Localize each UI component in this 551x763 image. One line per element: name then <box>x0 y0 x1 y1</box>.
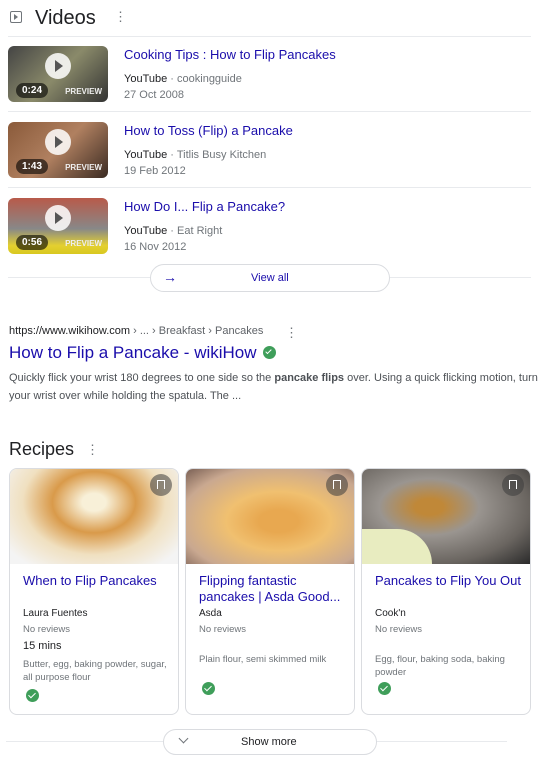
play-icon <box>45 205 71 231</box>
show-more-label: Show more <box>241 736 297 748</box>
recipe-title: Flipping fantastic pancakes | Asda Good.… <box>199 573 341 604</box>
recipe-reviews: No reviews <box>375 624 422 635</box>
video-title[interactable]: Cooking Tips : How to Flip Pancakes <box>124 47 336 62</box>
verified-icon <box>202 682 215 695</box>
recipe-title: Pancakes to Flip You Out <box>375 573 521 588</box>
recipe-author: Cook'n <box>375 608 406 619</box>
recipe-card[interactable]: When to Flip Pancakes Laura Fuentes No r… <box>9 468 179 715</box>
recipe-reviews: No reviews <box>199 624 246 635</box>
result-snippet: Quickly flick your wrist 180 degrees to … <box>9 372 538 402</box>
preview-label: PREVIEW <box>65 239 102 248</box>
video-duration: 1:43 <box>16 159 49 174</box>
view-all-button[interactable]: → View all <box>150 264 390 292</box>
preview-label: PREVIEW <box>65 163 102 172</box>
recipes-more-options-icon[interactable]: ⋮ <box>86 443 99 456</box>
preview-label: PREVIEW <box>65 87 102 96</box>
video-source: YouTube · Titlis Busy Kitchen <box>124 149 267 161</box>
video-date: 16 Nov 2012 <box>124 241 187 253</box>
recipes-heading: Recipes <box>9 439 75 459</box>
video-source: YouTube · Eat Right <box>124 225 223 237</box>
play-icon <box>45 53 71 79</box>
result-more-options-icon[interactable]: ⋮ <box>285 326 298 339</box>
view-all-label: View all <box>251 272 289 284</box>
video-thumbnail[interactable]: 0:56 PREVIEW <box>8 198 108 254</box>
recipe-card[interactable]: Pancakes to Flip You Out Cook'n No revie… <box>361 468 531 715</box>
verified-icon <box>26 689 39 702</box>
show-more-button[interactable]: Show more <box>163 729 377 755</box>
recipe-title: When to Flip Pancakes <box>23 573 157 588</box>
video-thumbnail[interactable]: 1:43 PREVIEW <box>8 122 108 178</box>
bookmark-icon[interactable] <box>502 474 524 496</box>
recipe-author: Laura Fuentes <box>23 608 88 619</box>
recipe-reviews: No reviews <box>23 624 70 635</box>
result-url[interactable]: https://www.wikihow.com › ... › Breakfas… <box>9 325 263 337</box>
video-title[interactable]: How Do I... Flip a Pancake? <box>124 199 285 214</box>
video-thumbnail[interactable]: 0:24 PREVIEW <box>8 46 108 102</box>
recipe-card[interactable]: Flipping fantastic pancakes | Asda Good.… <box>185 468 355 715</box>
video-source: YouTube · cookingguide <box>124 73 242 85</box>
video-date: 27 Oct 2008 <box>124 89 184 101</box>
result-title[interactable]: How to Flip a Pancake - wikiHow <box>9 343 277 363</box>
video-duration: 0:24 <box>16 83 49 98</box>
bookmark-icon[interactable] <box>150 474 172 496</box>
verified-icon <box>263 346 277 359</box>
recipe-ingredients: Egg, flour, baking soda, baking powder <box>375 654 505 678</box>
recipe-ingredients: Plain flour, semi skimmed milk <box>199 654 327 665</box>
recipe-author: Asda <box>199 608 222 619</box>
bookmark-icon[interactable] <box>326 474 348 496</box>
play-icon <box>45 129 71 155</box>
video-date: 19 Feb 2012 <box>124 165 186 177</box>
video-title[interactable]: How to Toss (Flip) a Pancake <box>124 123 293 138</box>
recipe-ingredients: Butter, egg, baking powder, sugar, all p… <box>23 659 167 683</box>
recipe-time: 15 mins <box>23 640 62 652</box>
videos-more-options-icon[interactable]: ⋮ <box>114 10 127 23</box>
videos-heading: Videos <box>35 7 96 29</box>
arrow-right-icon: → <box>163 269 177 285</box>
video-duration: 0:56 <box>16 235 49 250</box>
verified-icon <box>378 682 391 695</box>
chevron-down-icon <box>178 733 189 744</box>
video-section-icon <box>10 11 22 23</box>
